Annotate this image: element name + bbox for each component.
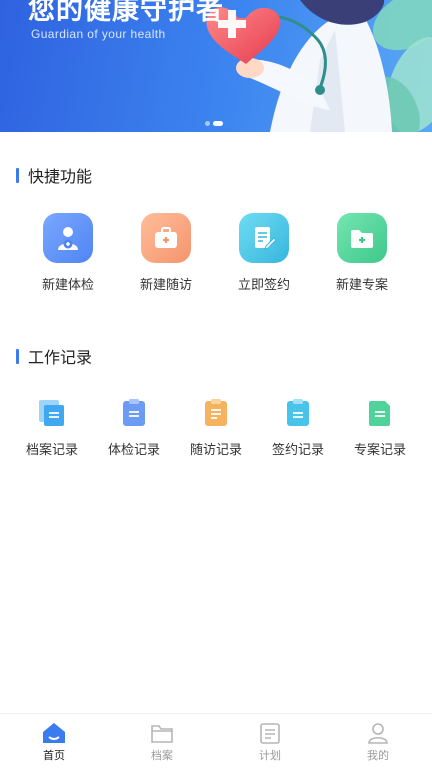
tab-home-label: 首页 (43, 749, 65, 762)
calendar-icon (260, 723, 280, 744)
case-file-icon (364, 397, 396, 429)
tab-plan-label: 计划 (259, 749, 281, 762)
sign-records-button[interactable]: 签约记录 (257, 397, 339, 458)
records-section-title: 工作记录 (16, 344, 92, 368)
section-accent-bar (16, 348, 19, 364)
tab-home[interactable]: 首页 (0, 714, 108, 768)
page-dot (205, 121, 210, 126)
followup-clipboard-icon (200, 397, 232, 429)
new-exam-button[interactable]: 新建体检 (19, 213, 117, 293)
medical-kit-icon (141, 213, 191, 263)
followup-records-label: 随访记录 (189, 443, 242, 458)
quick-actions: 新建体检 新建随访 立即签约 新建专案 (0, 213, 432, 293)
archive-records-label: 档案记录 (25, 443, 78, 458)
quick-section-label: 快捷功能 (28, 167, 93, 186)
new-case-button[interactable]: 新建专案 (313, 213, 411, 293)
tab-mine-label: 我的 (367, 749, 389, 762)
archive-records-button[interactable]: 档案记录 (11, 397, 93, 458)
tab-archive-label: 档案 (151, 749, 173, 762)
exam-records-button[interactable]: 体检记录 (93, 397, 175, 458)
new-case-label: 新建专案 (335, 278, 388, 293)
folder-plus-icon (337, 213, 387, 263)
section-accent-bar (16, 167, 19, 183)
folder-icon (151, 725, 173, 743)
exam-clipboard-icon (118, 397, 150, 429)
tab-plan[interactable]: 计划 (216, 714, 324, 768)
page-dot-active (213, 121, 223, 126)
banner-pagination (205, 121, 223, 126)
banner-subtitle: Guardian of your health (31, 27, 166, 41)
tab-mine[interactable]: 我的 (324, 714, 432, 768)
sign-records-label: 签约记录 (271, 443, 324, 458)
new-followup-button[interactable]: 新建随访 (117, 213, 215, 293)
sign-document-icon (239, 213, 289, 263)
quick-section-title: 快捷功能 (16, 163, 92, 187)
new-followup-label: 新建随访 (139, 278, 192, 293)
case-records-button[interactable]: 专案记录 (339, 397, 421, 458)
work-records: 档案记录 体检记录 随访记录 签约记录 专案记录 (0, 397, 432, 458)
sign-clipboard-icon (282, 397, 314, 429)
person-badge-icon (43, 213, 93, 263)
home-icon (43, 723, 65, 743)
archive-stack-icon (36, 397, 68, 429)
bottom-tab-bar: 首页 档案 计划 我的 (0, 713, 432, 768)
case-records-label: 专案记录 (353, 443, 406, 458)
records-section-label: 工作记录 (28, 348, 93, 367)
health-banner[interactable]: 您的健康守护者 Guardian of your health (0, 0, 432, 132)
banner-title: 您的健康守护者 (28, 0, 224, 26)
sign-now-button[interactable]: 立即签约 (215, 213, 313, 293)
tab-archive[interactable]: 档案 (108, 714, 216, 768)
user-icon (368, 723, 388, 744)
exam-records-label: 体检记录 (107, 443, 160, 458)
sign-now-label: 立即签约 (237, 278, 290, 293)
followup-records-button[interactable]: 随访记录 (175, 397, 257, 458)
new-exam-label: 新建体检 (41, 278, 94, 293)
